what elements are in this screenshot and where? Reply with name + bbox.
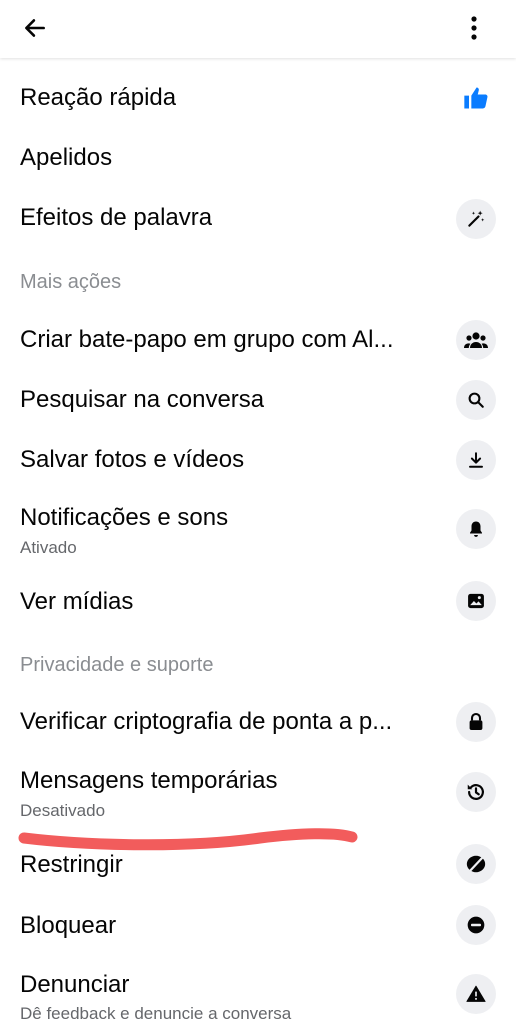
image-icon bbox=[456, 581, 496, 621]
row-label: Denunciar bbox=[20, 971, 130, 998]
row-word-effects[interactable]: Efeitos de palavra bbox=[0, 188, 516, 248]
section-title-more-actions: Mais ações bbox=[20, 271, 122, 293]
row-sublabel: Desativado bbox=[20, 801, 106, 820]
row-sublabel: Ativado bbox=[20, 538, 77, 557]
row-create-group-chat[interactable]: Criar bate-papo em grupo com Al... bbox=[0, 310, 516, 370]
row-label: Ver mídias bbox=[20, 588, 134, 615]
row-notifications-sounds[interactable]: Notificações e sons Ativado bbox=[0, 490, 516, 568]
arrow-left-icon bbox=[25, 19, 45, 37]
row-restrict[interactable]: Restringir bbox=[0, 834, 516, 894]
row-search-conversation[interactable]: Pesquisar na conversa bbox=[0, 370, 516, 430]
lock-icon bbox=[456, 702, 496, 742]
row-label: Restringir bbox=[20, 851, 123, 878]
block-icon bbox=[456, 905, 496, 945]
group-icon bbox=[456, 320, 496, 360]
bell-icon bbox=[456, 509, 496, 549]
row-report[interactable]: Denunciar Dê feedback e denuncie a conve… bbox=[0, 956, 516, 1024]
row-label: Bloquear bbox=[20, 912, 117, 939]
row-view-media[interactable]: Ver mídias bbox=[0, 572, 516, 632]
row-label: Verificar criptografia de ponta a p... bbox=[20, 708, 393, 735]
restrict-icon bbox=[456, 844, 496, 884]
row-quick-reaction[interactable]: Reação rápida bbox=[0, 68, 516, 128]
row-block[interactable]: Bloquear bbox=[0, 896, 516, 956]
row-label: Efeitos de palavra bbox=[20, 204, 213, 231]
timer-history-icon bbox=[456, 772, 496, 812]
row-label: Reação rápida bbox=[20, 84, 177, 111]
row-verify-encryption[interactable]: Verificar criptografia de ponta a p... bbox=[0, 692, 516, 752]
top-bar bbox=[0, 0, 516, 58]
row-label: Apelidos bbox=[20, 144, 113, 171]
row-label: Notificações e sons bbox=[20, 504, 229, 531]
more-vertical-icon bbox=[471, 16, 477, 40]
row-label: Criar bate-papo em grupo com Al... bbox=[20, 326, 394, 353]
row-label: Mensagens temporárias bbox=[20, 767, 278, 794]
search-icon bbox=[456, 380, 496, 420]
row-sublabel: Dê feedback e denuncie a conversa bbox=[20, 1004, 292, 1023]
thumbs-up-icon bbox=[460, 82, 492, 114]
row-label: Pesquisar na conversa bbox=[20, 386, 265, 413]
section-title-privacy-support: Privacidade e suporte bbox=[20, 654, 214, 676]
row-nicknames[interactable]: Apelidos bbox=[0, 128, 516, 188]
row-label: Salvar fotos e vídeos bbox=[20, 446, 245, 473]
warning-icon bbox=[456, 974, 496, 1014]
more-options-button[interactable] bbox=[462, 11, 486, 45]
back-button[interactable] bbox=[18, 11, 52, 45]
download-icon bbox=[456, 440, 496, 480]
row-disappearing-messages[interactable]: Mensagens temporárias Desativado bbox=[0, 752, 516, 832]
magic-wand-icon bbox=[456, 199, 496, 239]
row-save-photos-videos[interactable]: Salvar fotos e vídeos bbox=[0, 430, 516, 490]
